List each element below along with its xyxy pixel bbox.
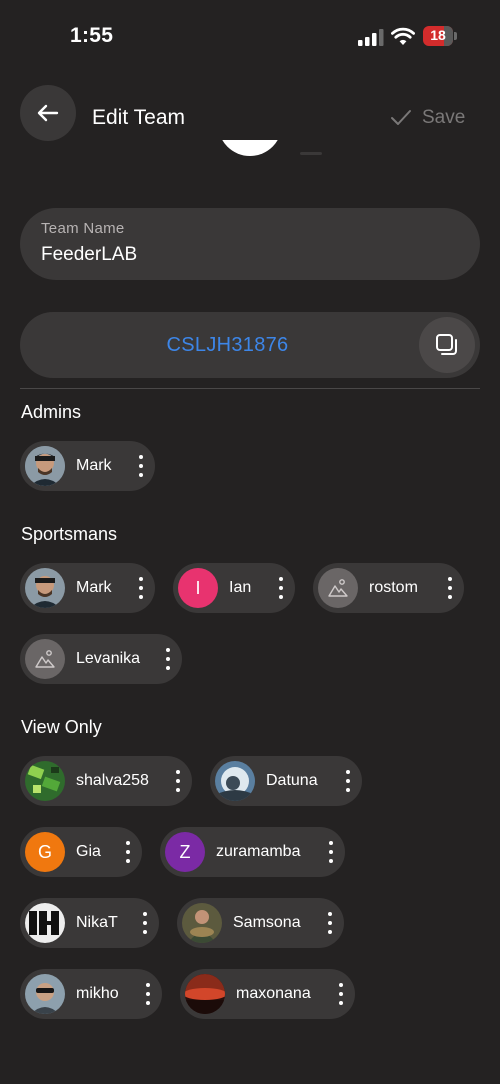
avatar-initial: I (195, 577, 201, 598)
more-vertical-icon[interactable] (146, 983, 150, 1005)
battery-level: 18 (430, 27, 446, 43)
avatar (185, 974, 225, 1014)
member-chip-viewer-samsona[interactable]: Samsona (177, 898, 344, 948)
image-placeholder-icon (328, 579, 348, 597)
wifi-icon (391, 27, 415, 45)
member-name: Mark (76, 579, 112, 596)
team-name-field[interactable]: Team Name FeederLAB (20, 208, 480, 280)
member-name: mikho (76, 985, 119, 1002)
avatar (318, 568, 358, 608)
member-chip-viewer-mikho[interactable]: mikho (20, 969, 162, 1019)
sportsmans-heading: Sportsmans (21, 524, 118, 544)
member-chip-viewer-nikat[interactable]: NikaT (20, 898, 159, 948)
team-name-label: Team Name (41, 220, 125, 237)
member-name: maxonana (236, 985, 311, 1002)
back-button[interactable] (20, 85, 76, 141)
member-name: Datuna (266, 772, 318, 789)
more-vertical-icon[interactable] (143, 912, 147, 934)
admins-heading: Admins (21, 402, 82, 422)
member-chip-viewer-zuramamba[interactable]: Z zuramamba (160, 827, 345, 877)
cellular-signal-icon (358, 29, 384, 46)
more-vertical-icon[interactable] (329, 841, 333, 863)
member-chip-sportsman-levanika[interactable]: Levanika (20, 634, 182, 684)
check-icon (391, 110, 411, 125)
avatar-edit-indicator (300, 152, 322, 155)
team-avatar[interactable] (218, 140, 284, 158)
divider (20, 388, 480, 389)
member-name: Samsona (233, 914, 301, 931)
status-bar: 1:55 18 (0, 0, 500, 75)
member-name: Ian (229, 579, 252, 596)
member-name: Mark (76, 457, 112, 474)
avatar (25, 974, 65, 1014)
team-code: CSLJH31876 (166, 334, 289, 356)
member-name: rostom (369, 579, 418, 596)
arrow-left-icon (37, 104, 59, 122)
more-vertical-icon[interactable] (346, 770, 350, 792)
member-chip-sportsman-ian[interactable]: I Ian (173, 563, 295, 613)
view-only-heading: View Only (21, 717, 102, 737)
member-chip-viewer-datuna[interactable]: Datuna (210, 756, 362, 806)
image-placeholder-icon (35, 650, 55, 668)
more-vertical-icon[interactable] (166, 648, 170, 670)
save-button[interactable]: Save (390, 107, 465, 129)
member-chip-viewer-gia[interactable]: G Gia (20, 827, 142, 877)
avatar (25, 568, 65, 608)
copy-code-button[interactable] (419, 317, 475, 373)
member-chip-viewer-maxonana[interactable]: maxonana (180, 969, 355, 1019)
avatar (215, 761, 255, 801)
member-name: shalva258 (76, 772, 149, 789)
member-chip-admin-mark[interactable]: Mark (20, 441, 155, 491)
member-chip-sportsman-mark[interactable]: Mark (20, 563, 155, 613)
avatar-initial: G (37, 841, 52, 862)
save-label: Save (422, 107, 466, 128)
avatar: G (25, 832, 65, 872)
member-name: Levanika (76, 650, 141, 667)
member-name: zuramamba (216, 843, 301, 860)
more-vertical-icon[interactable] (139, 455, 143, 477)
team-name-input[interactable]: FeederLAB (41, 244, 137, 266)
avatar (182, 903, 222, 943)
status-time: 1:55 (70, 24, 114, 47)
avatar: I (178, 568, 218, 608)
avatar-logo (25, 903, 65, 943)
member-chip-viewer-shalva258[interactable]: shalva258 (20, 756, 192, 806)
page-title: Edit Team (92, 106, 185, 129)
battery-icon: 18 (423, 26, 457, 46)
avatar: Z (165, 832, 205, 872)
more-vertical-icon[interactable] (448, 577, 452, 599)
avatar (25, 446, 65, 486)
member-name: Gia (76, 843, 101, 860)
avatar-initial: Z (179, 841, 191, 862)
more-vertical-icon[interactable] (339, 983, 343, 1005)
more-vertical-icon[interactable] (176, 770, 180, 792)
team-code-row: CSLJH31876 (20, 312, 480, 378)
more-vertical-icon[interactable] (328, 912, 332, 934)
more-vertical-icon[interactable] (126, 841, 130, 863)
copy-icon (436, 334, 457, 355)
member-name: NikaT (76, 914, 118, 931)
avatar (25, 761, 65, 801)
avatar (25, 639, 65, 679)
more-vertical-icon[interactable] (279, 577, 283, 599)
member-chip-sportsman-rostom[interactable]: rostom (313, 563, 464, 613)
more-vertical-icon[interactable] (139, 577, 143, 599)
